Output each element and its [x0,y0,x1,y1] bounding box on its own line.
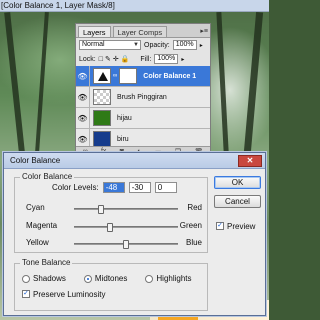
tree-trunk [216,11,229,153]
radio-label: Highlights [156,274,192,283]
tab-layer-comps[interactable]: Layer Comps [112,26,168,37]
preserve-luminosity-row: ✓ Preserve Luminosity [22,288,105,299]
slider-right-label: Red [187,203,202,212]
fill-label: Fill: [140,55,152,63]
layer-row-brush-pinggiran[interactable]: 👁 Brush Pinggiran [76,86,210,108]
preview-row: ✓ Preview [216,220,255,231]
checkmark-icon: ✓ [216,222,224,230]
shadows-radio[interactable]: Shadows [22,274,66,283]
slider-knob[interactable] [98,205,105,214]
fill-dropdown-icon[interactable]: ▸ [181,56,184,63]
eye-icon[interactable]: 👁 [76,65,90,87]
checkmark-icon: ✓ [22,290,30,298]
layer-row-hijau[interactable]: 👁 hijau [76,107,210,129]
radio-dot [83,274,92,283]
layer-mask-thumbnail[interactable] [119,68,138,84]
yellow-blue-slider-row: Yellow Blue [26,237,202,249]
lock-label: Lock: [79,55,96,63]
blend-mode-select[interactable]: Normal ▼ [79,40,141,50]
blend-mode-value: Normal [82,41,105,48]
yellow-blue-level-input[interactable]: 0 [154,182,177,193]
magenta-green-level-input[interactable]: -30 [128,182,151,193]
document-title: [Color Balance 1, Layer Mask/8] [1,1,115,10]
transparent-thumbnail [93,89,111,105]
layer-name: biru [117,135,129,143]
color-levels-label: Color Levels: [52,183,99,192]
magenta-green-slider-row: Magenta Green [26,220,202,232]
opacity-dropdown-icon[interactable]: ▸ [200,42,203,49]
slider-left-label: Yellow [26,238,49,247]
tone-options-row: Shadows Midtones Highlights [22,274,192,283]
slider-knob[interactable] [123,240,129,249]
tone-balance-group [14,263,208,311]
green-thumbnail [93,110,111,126]
ok-button[interactable]: OK [214,176,261,189]
lock-fill-row: Lock: □✎✛🔒 Fill: 100% ▸ [76,52,210,66]
magenta-green-slider[interactable] [74,223,178,232]
cyan-red-slider-row: Cyan Red [26,202,202,214]
radio-label: Midtones [94,274,128,283]
preview-checkbox[interactable]: ✓ Preview [216,222,255,231]
eye-icon[interactable]: 👁 [76,107,90,129]
layer-row-color-balance[interactable]: 👁 ∞ Color Balance 1 [76,65,210,87]
yellow-blue-slider[interactable] [74,240,178,249]
color-balance-dialog: Color Balance ✕ Color Balance Color Leve… [3,152,266,316]
layer-name: Brush Pinggiran [117,93,167,101]
close-button[interactable]: ✕ [238,155,262,167]
blend-opacity-row: Normal ▼ Opacity: 100% ▸ [76,38,210,52]
blue-thumbnail [93,131,111,147]
layers-panel: Layers Layer Comps ▸≡ Normal ▼ Opacity: … [75,23,211,157]
highlights-radio[interactable]: Highlights [145,274,192,283]
color-balance-group-label: Color Balance [20,172,75,181]
checkbox-label: Preserve Luminosity [33,289,106,299]
radio-label: Shadows [33,274,66,283]
layers-panel-tabs: Layers Layer Comps ▸≡ [76,24,210,38]
preserve-luminosity-checkbox[interactable]: ✓ Preserve Luminosity [22,290,105,299]
slider-left-label: Magenta [26,221,58,230]
chain-link-icon[interactable]: ∞ [113,73,117,79]
dialog-title-bar: Color Balance ✕ [4,153,265,169]
layer-name: Color Balance 1 [143,72,197,80]
tree-trunk [243,11,264,153]
opacity-label: Opacity: [144,41,170,49]
cyan-red-slider[interactable] [74,205,178,214]
tone-balance-group-label: Tone Balance [20,258,73,267]
panel-menu-icon[interactable]: ▸≡ [200,27,208,35]
opacity-input[interactable]: 100% [172,40,197,50]
tree-trunk [4,12,26,162]
color-levels-row: Color Levels: -48 -30 0 [52,182,177,193]
tree-trunk [35,12,49,152]
dialog-title: Color Balance [10,156,61,165]
eye-icon[interactable]: 👁 [76,86,90,108]
adjustment-thumbnail [93,68,111,84]
cancel-button[interactable]: Cancel [214,195,261,208]
tab-layers[interactable]: Layers [78,26,111,37]
layer-name: hijau [117,114,132,122]
slider-left-label: Cyan [26,203,45,212]
lock-options-icon[interactable]: □✎✛🔒 [99,55,132,63]
cyan-red-level-input[interactable]: -48 [102,182,125,193]
layer-list: 👁 ∞ Color Balance 1 👁 Brush Pinggiran 👁 … [76,65,210,150]
fill-input[interactable]: 100% [154,54,179,64]
checkbox-label: Preview [227,221,256,231]
slider-knob[interactable] [107,223,114,232]
midtones-radio[interactable]: Midtones [83,274,128,283]
document-title-bar: [Color Balance 1, Layer Mask/8] [0,0,269,12]
radio-dot [145,274,154,283]
slider-right-label: Green [179,221,202,230]
chevron-down-icon: ▼ [133,42,139,48]
slider-right-label: Blue [185,238,202,247]
radio-dot [22,274,30,283]
